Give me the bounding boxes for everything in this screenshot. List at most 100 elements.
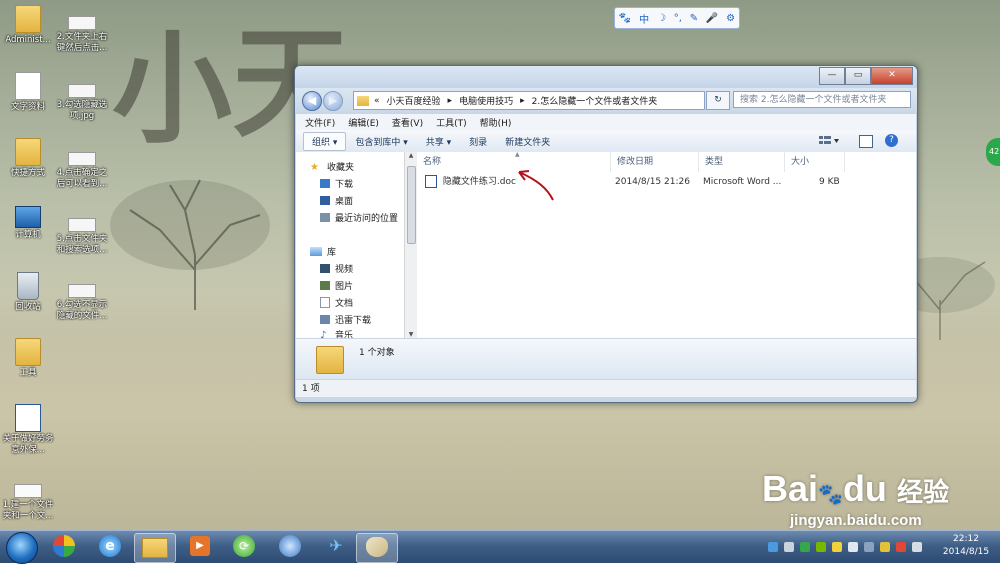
- ime-mode-chinese[interactable]: 中: [639, 11, 649, 26]
- moon-icon[interactable]: ☽: [657, 13, 666, 24]
- nav-item-documents[interactable]: 文档: [320, 296, 353, 309]
- close-button[interactable]: ✕: [871, 67, 913, 85]
- burn-button[interactable]: 刻录: [460, 135, 496, 148]
- taskbar-app-paint[interactable]: [356, 533, 398, 563]
- taskbar-app-360[interactable]: [44, 533, 84, 561]
- help-icon[interactable]: ?: [885, 134, 898, 147]
- menu-view[interactable]: 查看(V): [392, 116, 423, 129]
- side-float-badge[interactable]: 42: [986, 138, 1000, 166]
- address-bar[interactable]: « 小天百度经验 ▸ 电脑使用技巧 ▸ 2.怎么隐藏一个文件或者文件夹: [353, 91, 705, 110]
- taskbar-app-explorer[interactable]: [134, 533, 176, 563]
- desktop-icon-step3[interactable]: 3.勾选隐藏选项.jpg: [54, 84, 110, 122]
- desktop-icon-documents[interactable]: 文字资料: [0, 72, 56, 113]
- desktop-icon-recycle-bin[interactable]: 回收站: [0, 272, 56, 313]
- window-titlebar[interactable]: — ▭ ✕: [295, 66, 917, 88]
- tray-picture-icon[interactable]: [768, 542, 778, 552]
- handwriting-icon[interactable]: ✎: [690, 13, 698, 24]
- tray-network-icon[interactable]: [864, 542, 874, 552]
- column-modified[interactable]: 修改日期: [611, 152, 699, 172]
- nav-item-thunder-downloads[interactable]: 迅雷下载: [320, 313, 371, 326]
- desktop-icon-label: 4.点击确定之后可以看到...: [56, 168, 108, 189]
- tray-shield-icon[interactable]: [832, 542, 842, 552]
- tray-360-icon[interactable]: [800, 542, 810, 552]
- menu-help[interactable]: 帮助(H): [480, 116, 512, 129]
- punctuation-icon[interactable]: °,: [674, 13, 682, 24]
- taskbar-app-ie[interactable]: e: [90, 533, 130, 561]
- tray-alert-icon[interactable]: [896, 542, 906, 552]
- desktop-icon-administrator[interactable]: Administ...: [0, 5, 56, 46]
- scroll-up-icon[interactable]: ▲: [405, 152, 417, 159]
- word-document-icon: [15, 404, 41, 432]
- desktop-icon-shortcuts[interactable]: 快捷方式: [0, 138, 56, 179]
- column-type[interactable]: 类型: [699, 152, 785, 172]
- tray-signal-icon[interactable]: [880, 542, 890, 552]
- tray-nvidia-icon[interactable]: [816, 542, 826, 552]
- breadcrumb-item[interactable]: 小天百度经验: [387, 94, 441, 107]
- menu-edit[interactable]: 编辑(E): [348, 116, 379, 129]
- taskbar-app-refresh[interactable]: ⟳: [224, 533, 264, 561]
- screenshot-icon: [14, 484, 42, 498]
- forward-button[interactable]: ▶: [323, 91, 343, 111]
- breadcrumb-separator[interactable]: ▸: [448, 96, 453, 106]
- taskbar-app-chat[interactable]: [270, 533, 310, 561]
- organize-button[interactable]: 组织 ▾: [303, 131, 347, 151]
- scroll-down-icon[interactable]: ▼: [405, 331, 417, 338]
- menu-tools[interactable]: 工具(T): [436, 116, 467, 129]
- breadcrumb-item[interactable]: 电脑使用技巧: [459, 94, 513, 107]
- nav-item-desktop[interactable]: 桌面: [320, 194, 353, 207]
- desktop-icon-step5[interactable]: 5.点击文件夹和搜索选项...: [54, 218, 110, 256]
- nav-favorites[interactable]: ★ 收藏夹: [310, 160, 354, 173]
- desktop-icon-step6[interactable]: 6.勾选不显示隐藏的文件...: [54, 284, 110, 322]
- file-row[interactable]: 隐藏文件练习.doc: [425, 174, 516, 190]
- breadcrumb-overflow[interactable]: «: [374, 96, 380, 106]
- desktop-icon-word-doc[interactable]: 关于做好劳务意外保...: [0, 404, 56, 456]
- nav-item-downloads[interactable]: 下载: [320, 177, 353, 190]
- start-button[interactable]: [6, 532, 38, 564]
- paint-icon: [366, 537, 388, 557]
- scrollbar-thumb[interactable]: [407, 166, 416, 244]
- desktop-icon-label: 计算机: [15, 230, 41, 240]
- desktop-icon-step4[interactable]: 4.点击确定之后可以看到...: [54, 152, 110, 190]
- tray-monitor-icon[interactable]: [784, 542, 794, 552]
- nav-pane-scrollbar[interactable]: ▲ ▼: [404, 152, 417, 338]
- document-icon: [15, 72, 41, 100]
- ime-toolbar[interactable]: 🐾 中 ☽ °, ✎ 🎤 ⚙: [614, 7, 740, 29]
- menu-file[interactable]: 文件(F): [305, 116, 335, 129]
- include-in-library-button[interactable]: 包含到库中 ▾: [346, 135, 416, 148]
- explorer-window[interactable]: — ▭ ✕ ◀ ▶ « 小天百度经验 ▸ 电脑使用技巧 ▸ 2.怎么隐藏一个文件…: [294, 65, 918, 403]
- new-folder-button[interactable]: 新建文件夹: [496, 135, 559, 148]
- watermark-cn: 经验: [896, 477, 949, 507]
- taskbar-app-media[interactable]: ▶: [180, 533, 220, 561]
- column-size[interactable]: 大小: [785, 152, 845, 172]
- microphone-icon[interactable]: 🎤: [706, 13, 718, 24]
- desktop-icon-tools[interactable]: 工具: [0, 338, 56, 379]
- clock[interactable]: 22:12 2014/8/15: [938, 533, 994, 559]
- breadcrumb-separator[interactable]: ▸: [520, 96, 525, 106]
- refresh-button[interactable]: ↻: [706, 91, 730, 110]
- tray-bluetooth-icon[interactable]: [848, 542, 858, 552]
- desktop-icon-step1[interactable]: 1.建一个文件夹和一个文...: [0, 484, 56, 522]
- nav-item-recent[interactable]: 最近访问的位置: [320, 211, 398, 224]
- breadcrumb-item-current[interactable]: 2.怎么隐藏一个文件或者文件夹: [532, 94, 658, 107]
- nav-item-pictures[interactable]: 图片: [320, 279, 353, 292]
- share-button[interactable]: 共享 ▾: [417, 135, 460, 148]
- desktop-icon-computer[interactable]: 计算机: [0, 206, 56, 241]
- minimize-button[interactable]: —: [819, 67, 845, 85]
- tray-volume-icon[interactable]: [912, 542, 922, 552]
- taskbar-app-bird[interactable]: ✈: [316, 533, 356, 561]
- shortcut-folder-icon: [15, 138, 41, 166]
- view-options-icon[interactable]: [818, 135, 840, 147]
- back-button[interactable]: ◀: [302, 91, 322, 111]
- maximize-button[interactable]: ▭: [845, 67, 871, 85]
- paw-icon[interactable]: 🐾: [619, 13, 631, 24]
- desktop-icon-label: 关于做好劳务意外保...: [2, 434, 54, 455]
- gear-icon[interactable]: ⚙: [726, 13, 735, 24]
- nav-libraries[interactable]: 库: [310, 245, 336, 258]
- watermark-brand: Bai: [762, 468, 819, 509]
- search-input[interactable]: 搜索 2.怎么隐藏一个文件或者文件夹: [733, 91, 911, 108]
- nav-item-videos[interactable]: 视频: [320, 262, 353, 275]
- library-icon: [310, 247, 322, 256]
- preview-pane-icon[interactable]: [859, 135, 873, 148]
- watermark-brand-suffix: du: [842, 468, 887, 509]
- desktop-icon-step2[interactable]: 2.文件夹上右键然后点击...: [54, 16, 110, 54]
